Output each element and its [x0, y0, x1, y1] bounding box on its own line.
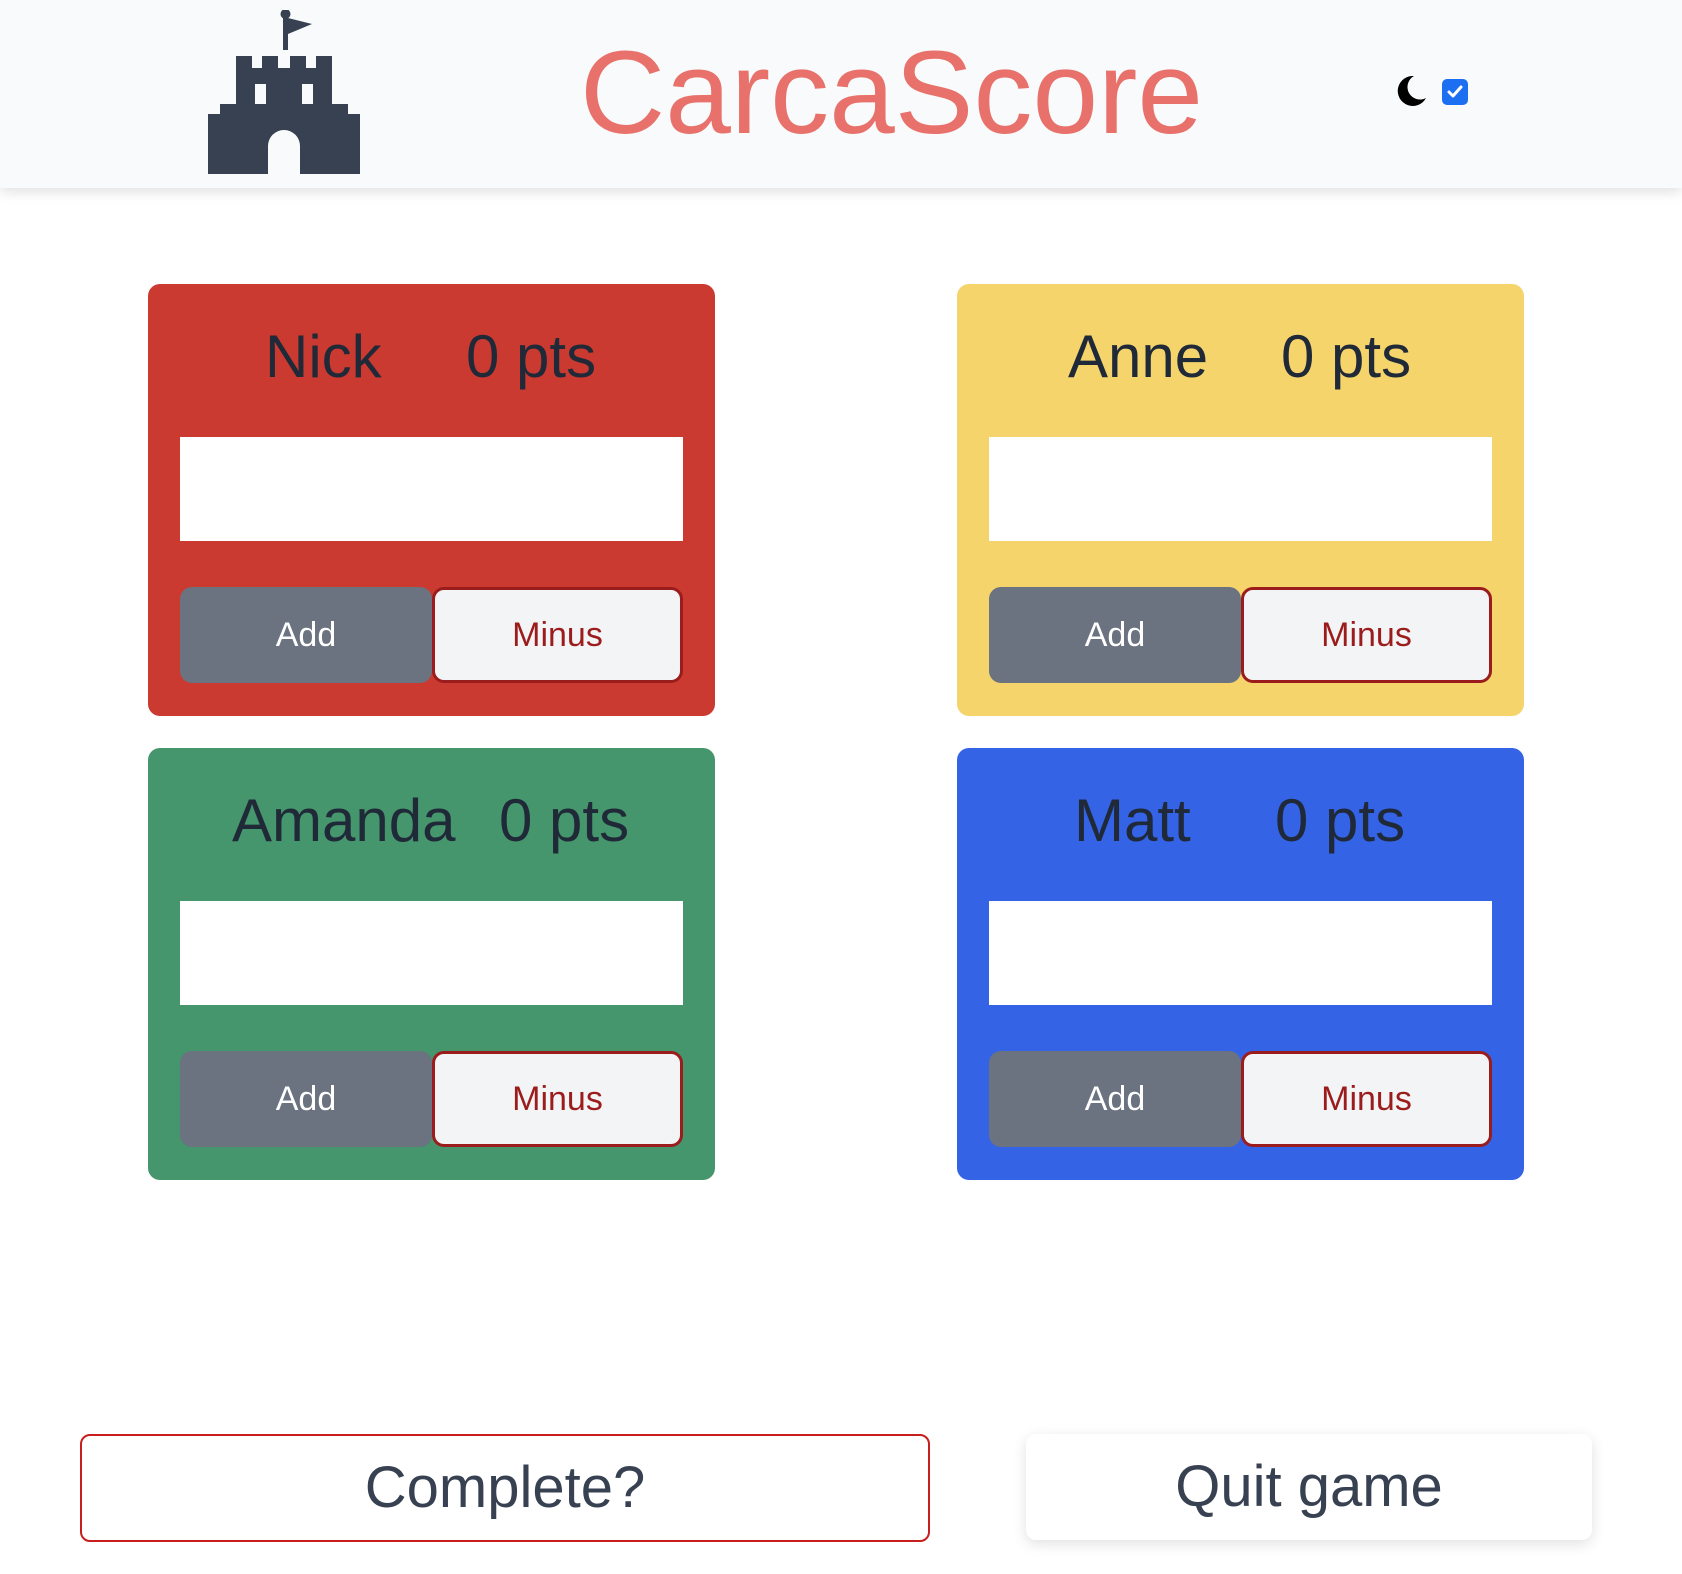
castle-icon [208, 10, 360, 174]
player-card-matt: Matt 0 pts Add Minus [957, 748, 1524, 1180]
add-button[interactable]: Add [989, 1051, 1241, 1147]
app-header: CarcaScore [0, 0, 1682, 188]
score-input[interactable] [989, 901, 1492, 1005]
minus-button[interactable]: Minus [432, 1051, 683, 1147]
player-card-anne: Anne 0 pts Add Minus [957, 284, 1524, 716]
player-score: 0 pts [1281, 323, 1412, 390]
minus-button[interactable]: Minus [1241, 587, 1492, 683]
player-score: 0 pts [1275, 787, 1406, 854]
score-input[interactable] [989, 437, 1492, 541]
player-header: Anne 0 pts [957, 322, 1524, 392]
player-name: Amanda [232, 787, 456, 854]
score-input[interactable] [180, 437, 683, 541]
player-score: 0 pts [499, 787, 630, 854]
check-icon [1447, 85, 1463, 98]
player-name: Matt [1074, 787, 1191, 854]
player-name: Anne [1068, 323, 1209, 390]
complete-button[interactable]: Complete? [80, 1434, 930, 1542]
add-button[interactable]: Add [180, 587, 432, 683]
player-header: Matt 0 pts [957, 786, 1524, 856]
player-header: Amanda 0 pts [148, 786, 715, 856]
player-card-amanda: Amanda 0 pts Add Minus [148, 748, 715, 1180]
player-header: Nick 0 pts [148, 322, 715, 392]
minus-button[interactable]: Minus [432, 587, 683, 683]
app-title: CarcaScore [580, 27, 1204, 159]
player-score: 0 pts [466, 323, 597, 390]
player-name: Nick [265, 323, 382, 390]
moon-icon [1397, 75, 1426, 106]
add-button[interactable]: Add [989, 587, 1241, 683]
add-button[interactable]: Add [180, 1051, 432, 1147]
score-input[interactable] [180, 901, 683, 1005]
minus-button[interactable]: Minus [1241, 1051, 1492, 1147]
dark-mode-checkbox[interactable] [1442, 79, 1468, 105]
player-card-nick: Nick 0 pts Add Minus [148, 284, 715, 716]
quit-game-button[interactable]: Quit game [1026, 1434, 1592, 1540]
